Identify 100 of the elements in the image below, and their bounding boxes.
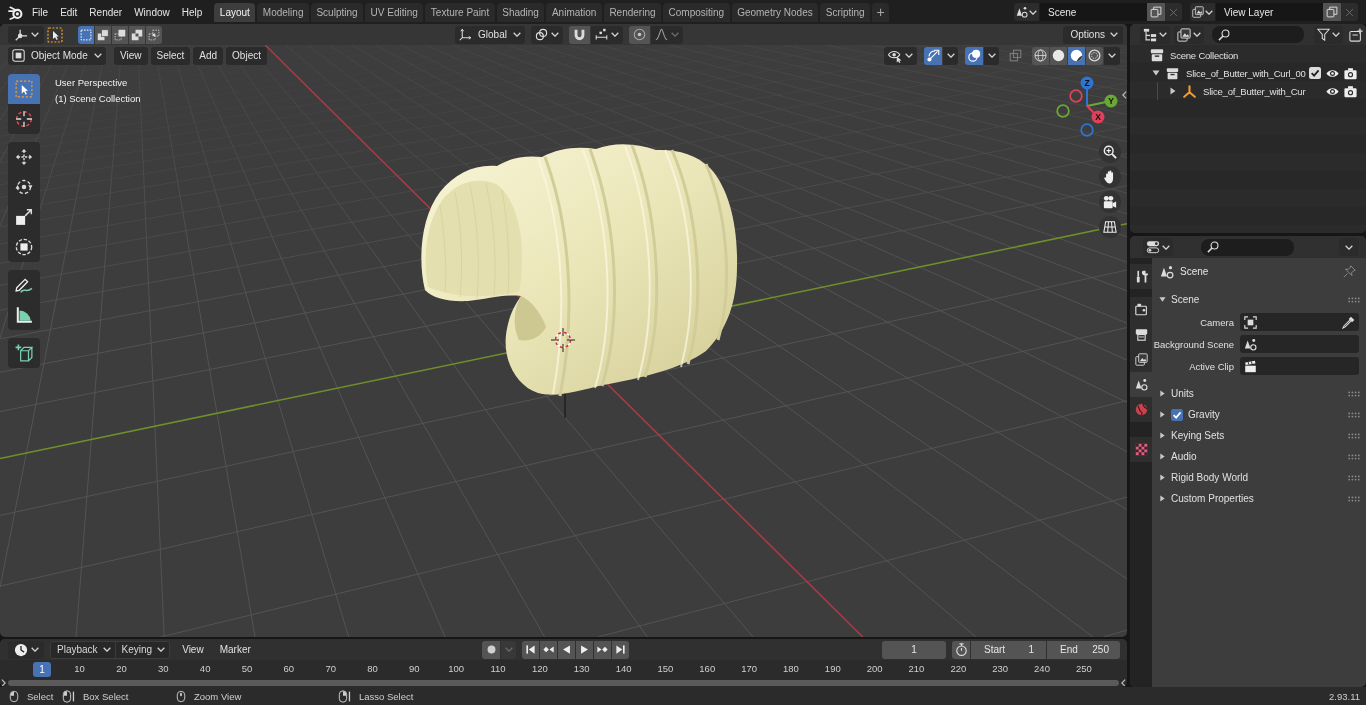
filter-button[interactable] xyxy=(1314,25,1343,44)
playback-button[interactable] xyxy=(558,640,575,659)
workspace-tab[interactable]: Compositing xyxy=(663,2,730,22)
triangle-right-icon[interactable] xyxy=(1159,474,1166,481)
properties-tab[interactable] xyxy=(1130,437,1152,462)
current-frame-field[interactable]: 1 xyxy=(882,640,946,659)
editor-type-button[interactable] xyxy=(1143,238,1173,256)
tool-button[interactable] xyxy=(8,104,40,134)
menu-item[interactable]: Help xyxy=(175,3,209,21)
axis-handle[interactable]: Y xyxy=(1086,94,1118,108)
menu-item[interactable]: Edit xyxy=(54,3,84,21)
negative-axis-handle[interactable] xyxy=(1056,104,1070,118)
start-frame-field[interactable]: Start 1 xyxy=(971,640,1046,659)
gizmos-toggle[interactable] xyxy=(924,46,942,65)
falloff-dropdown[interactable] xyxy=(651,25,683,44)
workspace-tab[interactable]: Scripting xyxy=(820,2,871,22)
selection-mode-button[interactable] xyxy=(129,25,145,44)
proportional-toggle[interactable] xyxy=(629,25,650,44)
visibility-dropdown[interactable] xyxy=(884,46,917,65)
properties-tab[interactable] xyxy=(1130,297,1152,322)
shading-mode-button[interactable] xyxy=(1032,46,1049,65)
pin-icon[interactable] xyxy=(1343,265,1356,278)
negative-axis-handle[interactable] xyxy=(1069,89,1083,103)
triangle-right-icon[interactable] xyxy=(1159,432,1166,439)
snap-target-dropdown[interactable] xyxy=(591,25,623,44)
view-layer-field[interactable]: View Layer xyxy=(1216,3,1323,21)
menu-dropdown[interactable]: Keying xyxy=(114,640,171,659)
playback-button[interactable] xyxy=(594,640,611,659)
workspace-tab[interactable]: Texture Paint xyxy=(425,2,495,22)
viewport-area[interactable]: Global Options Object Mode View Select Add Object User Perspective (1) Scene Collection Z Y X xyxy=(0,24,1127,637)
triangle-right-icon[interactable] xyxy=(1169,87,1177,95)
shading-mode-button[interactable] xyxy=(1068,46,1085,65)
menu-item[interactable]: Render xyxy=(83,3,129,21)
panel-title[interactable]: Custom Properties xyxy=(1171,493,1254,504)
tool-button[interactable] xyxy=(8,300,40,330)
menu-button[interactable]: View xyxy=(114,46,148,65)
playhead[interactable]: 1 xyxy=(33,662,51,677)
menu-button[interactable]: Object xyxy=(226,46,267,65)
editor-type-button[interactable] xyxy=(8,25,44,44)
workspace-tab[interactable]: Sculpting xyxy=(310,2,364,22)
scrollbar[interactable] xyxy=(8,679,1119,686)
panel-title[interactable]: Rigid Body World xyxy=(1171,472,1249,483)
tool-button[interactable] xyxy=(8,232,40,262)
selection-mode-button[interactable] xyxy=(112,25,128,44)
preview-range-toggle[interactable] xyxy=(952,640,970,659)
dropdown-button[interactable] xyxy=(943,46,958,65)
orientation-dropdown[interactable]: Global xyxy=(455,25,525,44)
menu-item[interactable]: Window xyxy=(128,3,176,21)
panel-title[interactable]: Audio xyxy=(1171,451,1197,462)
display-mode-button[interactable] xyxy=(1174,25,1204,44)
triangle-right-icon[interactable] xyxy=(1159,411,1166,418)
triangle-down-icon[interactable] xyxy=(1159,296,1166,303)
selection-mode-button[interactable] xyxy=(146,25,162,44)
camera-field[interactable] xyxy=(1240,313,1359,331)
menu-button[interactable]: Marker xyxy=(211,640,259,659)
active-tool-button[interactable] xyxy=(46,25,64,44)
view-layer-browse-button[interactable] xyxy=(1190,3,1215,21)
playback-button[interactable] xyxy=(576,640,593,659)
search-field[interactable] xyxy=(1201,238,1294,256)
selection-mode-button[interactable] xyxy=(95,25,111,44)
workspace-tab[interactable]: Shading xyxy=(496,2,545,22)
playback-button[interactable] xyxy=(612,640,629,659)
menu-dropdown[interactable]: Playback xyxy=(50,640,116,659)
scene-field[interactable] xyxy=(1240,335,1359,353)
eyedropper-icon[interactable] xyxy=(1342,315,1355,329)
mode-dropdown[interactable]: Object Mode xyxy=(8,46,106,65)
auto-keying-toggle[interactable] xyxy=(482,640,500,659)
scene-browse-button[interactable] xyxy=(1014,3,1039,21)
new-collection-button[interactable] xyxy=(1348,25,1364,44)
editor-type-button[interactable] xyxy=(1140,25,1170,44)
workspace-tab[interactable]: UV Editing xyxy=(365,2,424,22)
outliner-item-label[interactable]: Slice_of_Butter_with_Cur xyxy=(1203,85,1308,97)
shading-mode-button[interactable] xyxy=(1086,46,1103,65)
negative-axis-handle[interactable] xyxy=(1080,123,1094,137)
tool-button[interactable] xyxy=(8,142,40,172)
panel-title[interactable]: Scene xyxy=(1171,294,1200,305)
triangle-right-icon[interactable] xyxy=(1159,453,1166,460)
panel-title[interactable]: Gravity xyxy=(1188,409,1220,420)
zoom-button[interactable] xyxy=(1099,141,1121,163)
pivot-dropdown[interactable] xyxy=(531,25,563,44)
menu-button[interactable]: Select xyxy=(150,46,191,65)
options-dropdown[interactable]: Options xyxy=(1062,25,1123,44)
camera-view-button[interactable] xyxy=(1099,191,1121,213)
editor-type-button[interactable] xyxy=(8,640,44,659)
tool-button[interactable] xyxy=(8,338,40,368)
workspace-tab[interactable]: Layout xyxy=(214,2,256,22)
logo-icon[interactable] xyxy=(8,4,23,20)
axis-handle[interactable]: Z xyxy=(1080,76,1094,107)
clip-field[interactable] xyxy=(1240,357,1359,375)
shading-options-button[interactable] xyxy=(1104,46,1120,65)
shading-mode-button[interactable] xyxy=(1050,46,1067,65)
checkbox[interactable] xyxy=(1171,408,1183,421)
new-scene-button[interactable] xyxy=(1147,3,1165,21)
camera-icon[interactable] xyxy=(1344,84,1357,98)
triangle-right-icon[interactable] xyxy=(1159,495,1166,502)
properties-tab[interactable] xyxy=(1130,372,1152,397)
playback-button[interactable] xyxy=(522,640,539,659)
new-view-layer-button[interactable] xyxy=(1323,3,1341,21)
search-field[interactable] xyxy=(1212,26,1304,43)
workspace-tab[interactable]: Animation xyxy=(546,2,602,22)
